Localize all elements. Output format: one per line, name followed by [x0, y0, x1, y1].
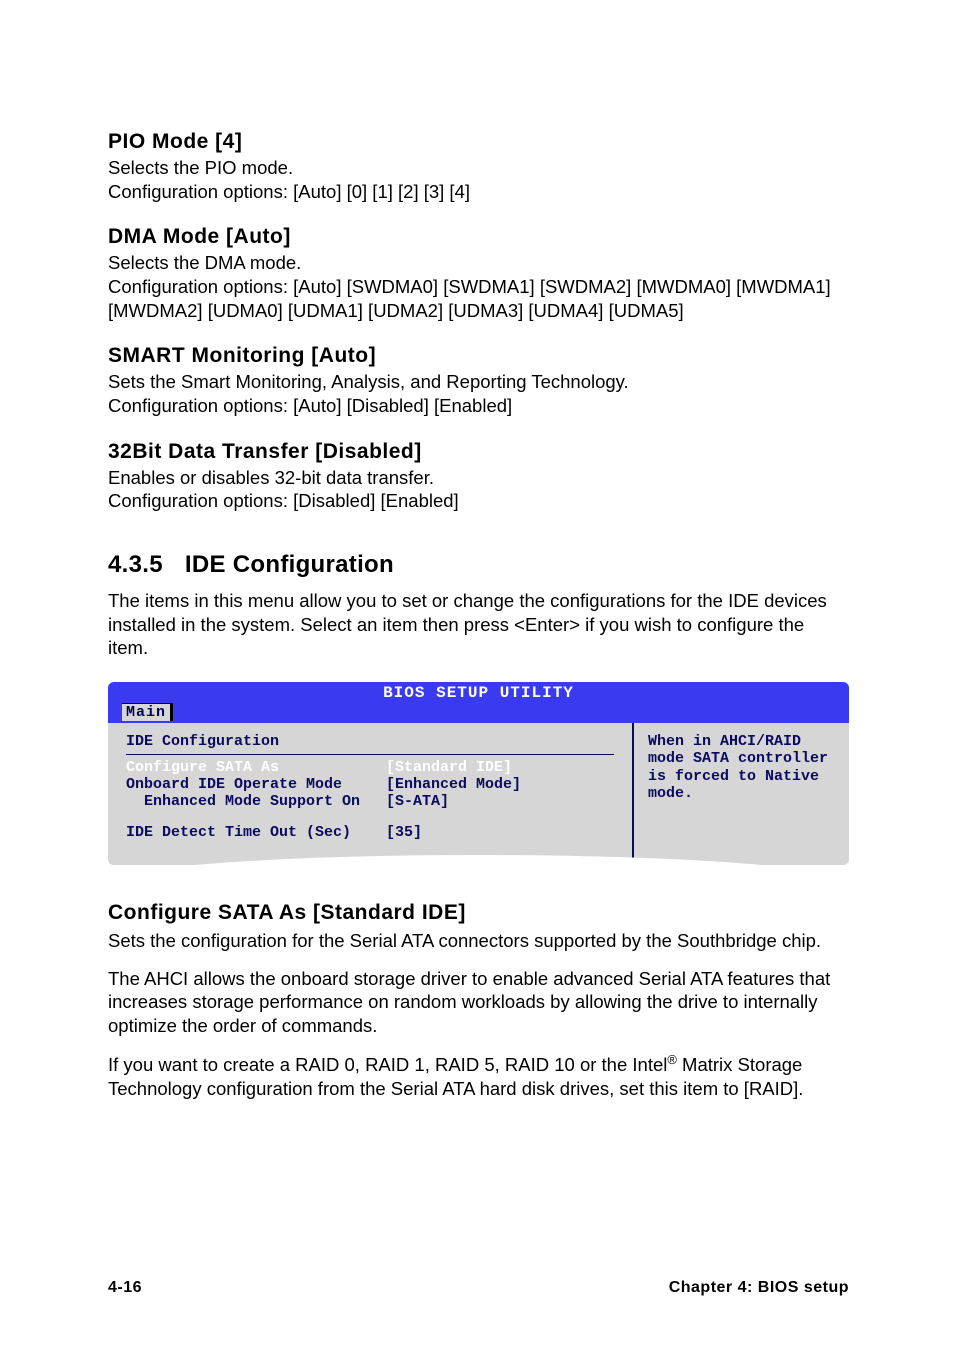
bios-help-pane: When in AHCI/RAID mode SATA controller i…: [634, 723, 849, 865]
text-pio-desc: Selects the PIO mode.: [108, 156, 849, 180]
bios-label: Configure SATA As: [126, 759, 386, 776]
bios-value: [S-ATA]: [386, 793, 614, 810]
bios-row-ide-detect: IDE Detect Time Out (Sec) [35]: [126, 824, 614, 841]
text-smart-opts: Configuration options: [Auto] [Disabled]…: [108, 394, 849, 418]
text-configure-sata-p3: If you want to create a RAID 0, RAID 1, …: [108, 1052, 849, 1101]
bios-box: BIOS SETUP UTILITY Main IDE Configuratio…: [108, 682, 849, 865]
heading-configure-sata: Configure SATA As [Standard IDE]: [108, 901, 849, 925]
heading-pio-mode: PIO Mode [4]: [108, 130, 849, 154]
bios-left-pane: IDE Configuration Configure SATA As [Sta…: [108, 723, 634, 865]
text-32bit-opts: Configuration options: [Disabled] [Enabl…: [108, 489, 849, 513]
text-dma-opts: Configuration options: [Auto] [SWDMA0] […: [108, 275, 849, 322]
text-32bit-desc: Enables or disables 32-bit data transfer…: [108, 466, 849, 490]
bios-value: [Standard IDE]: [386, 759, 614, 776]
bios-subtitle: IDE Configuration: [126, 733, 614, 750]
heading-number: 4.3.5: [108, 551, 163, 579]
text-pio-opts: Configuration options: [Auto] [0] [1] [2…: [108, 180, 849, 204]
text-smart-desc: Sets the Smart Monitoring, Analysis, and…: [108, 370, 849, 394]
text-fragment: If you want to create a RAID 0, RAID 1, …: [108, 1054, 667, 1075]
page-footer: 4-16 Chapter 4: BIOS setup: [108, 1279, 849, 1297]
heading-ide-configuration: 4.3.5 IDE Configuration: [108, 551, 849, 579]
heading-smart: SMART Monitoring [Auto]: [108, 344, 849, 368]
heading-title: IDE Configuration: [185, 551, 394, 578]
heading-32bit: 32Bit Data Transfer [Disabled]: [108, 440, 849, 464]
bios-value: [35]: [386, 824, 614, 841]
text-configure-sata-p2: The AHCI allows the onboard storage driv…: [108, 967, 849, 1038]
registered-mark: ®: [667, 1052, 677, 1067]
bios-label: IDE Detect Time Out (Sec): [126, 824, 386, 841]
bios-row-enhanced-mode: Enhanced Mode Support On [S-ATA]: [126, 793, 614, 810]
bios-divider: [126, 754, 614, 755]
bios-tab-main: Main: [122, 703, 173, 721]
bios-label: Enhanced Mode Support On: [126, 793, 386, 810]
text-configure-sata-p1: Sets the configuration for the Serial AT…: [108, 929, 849, 953]
bios-header: BIOS SETUP UTILITY: [108, 682, 849, 703]
bios-value: [Enhanced Mode]: [386, 776, 614, 793]
bios-row-onboard-ide: Onboard IDE Operate Mode [Enhanced Mode]: [126, 776, 614, 793]
footer-page-number: 4-16: [108, 1279, 142, 1297]
bios-tabbar: Main: [108, 703, 849, 723]
text-dma-desc: Selects the DMA mode.: [108, 251, 849, 275]
bios-row-configure-sata: Configure SATA As [Standard IDE]: [126, 759, 614, 776]
heading-dma-mode: DMA Mode [Auto]: [108, 225, 849, 249]
footer-chapter: Chapter 4: BIOS setup: [669, 1279, 849, 1297]
bios-body: IDE Configuration Configure SATA As [Sta…: [108, 723, 849, 865]
bios-screenshot: BIOS SETUP UTILITY Main IDE Configuratio…: [108, 682, 849, 883]
text-ide-intro: The items in this menu allow you to set …: [108, 589, 849, 660]
bios-label: Onboard IDE Operate Mode: [126, 776, 386, 793]
